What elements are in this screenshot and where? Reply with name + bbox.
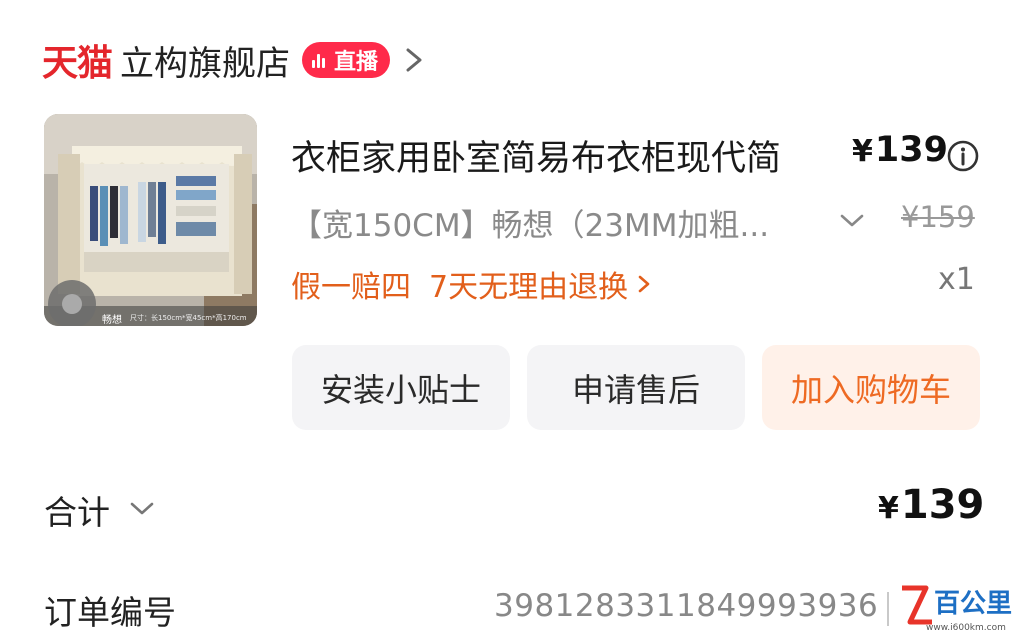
product-price: ¥139 [852,130,948,170]
price-value: 139 [874,130,948,170]
product-title[interactable]: 衣柜家用卧室简易布衣柜现代简 [291,130,781,181]
add-to-cart-button[interactable]: 加入购物车 [762,345,980,430]
store-header[interactable]: 天猫 立构旗舰店 直播 [42,34,428,86]
watermark-text: 百公里 [934,589,1012,619]
total-symbol: ¥ [878,491,899,526]
store-name[interactable]: 立构旗舰店 [120,36,290,85]
tmall-logo: 天猫 [42,43,113,84]
install-tips-button[interactable]: 安装小贴士 [292,345,510,430]
original-price: ¥159 [901,200,975,234]
live-badge[interactable]: 直播 [302,42,391,78]
chevron-right-icon[interactable] [400,40,428,80]
live-badge-label: 直播 [334,50,379,75]
product-variant[interactable]: 【宽150CM】畅想（23MM加粗... [291,200,769,245]
live-bars-icon [312,52,327,68]
service-guarantees[interactable]: 假一赔四 7天无理由退换 [291,262,654,306]
product-image[interactable]: 畅想 尺寸：长150cm*宽45cm*高170cm [44,114,257,326]
service-fake-compensation: 假一赔四 [291,270,411,305]
order-number-label: 订单编号 [44,593,176,632]
after-sales-button[interactable]: 申请售后 [527,345,745,430]
price-symbol: ¥ [852,134,873,169]
order-number[interactable]: 3981283311849993936 [494,588,878,624]
image-caption-size: 尺寸：长150cm*宽45cm*高170cm [130,314,247,322]
watermark-logo: 百公里 www.i600km.com [902,585,1012,633]
divider [887,592,889,626]
total-value: 139 [900,482,985,528]
service-return-policy: 7天无理由退换 [429,270,629,305]
total-price: ¥139 [878,482,984,528]
info-icon[interactable] [946,139,980,173]
quantity: x1 [938,262,975,297]
chevron-down-icon[interactable] [838,208,866,232]
total-label[interactable]: 合计 [44,486,110,534]
image-caption-brand: 畅想 [102,315,122,326]
watermark-url: www.i600km.com [926,623,1006,633]
chevron-down-icon[interactable] [128,496,156,520]
wardrobe-photo [44,114,257,326]
chevron-right-icon [638,275,650,293]
